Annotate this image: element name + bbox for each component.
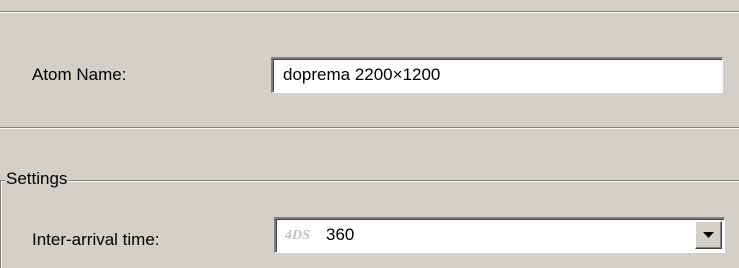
top-border <box>0 0 739 14</box>
chevron-down-icon <box>703 231 714 238</box>
settings-group-label: Settings <box>5 168 69 190</box>
atom-name-label: Atom Name: <box>32 65 127 84</box>
inter-arrival-time-label: Inter-arrival time: <box>32 230 160 249</box>
inter-arrival-time-value: 360 <box>326 225 355 244</box>
section-divider-highlight <box>0 128 739 129</box>
dropdown-button[interactable] <box>695 221 722 249</box>
distribution-prefix: 4DS <box>285 228 310 243</box>
atom-name-input[interactable]: doprema 2200×1200 <box>271 57 723 93</box>
inter-arrival-time-select[interactable]: 4DS 360 <box>274 217 725 253</box>
